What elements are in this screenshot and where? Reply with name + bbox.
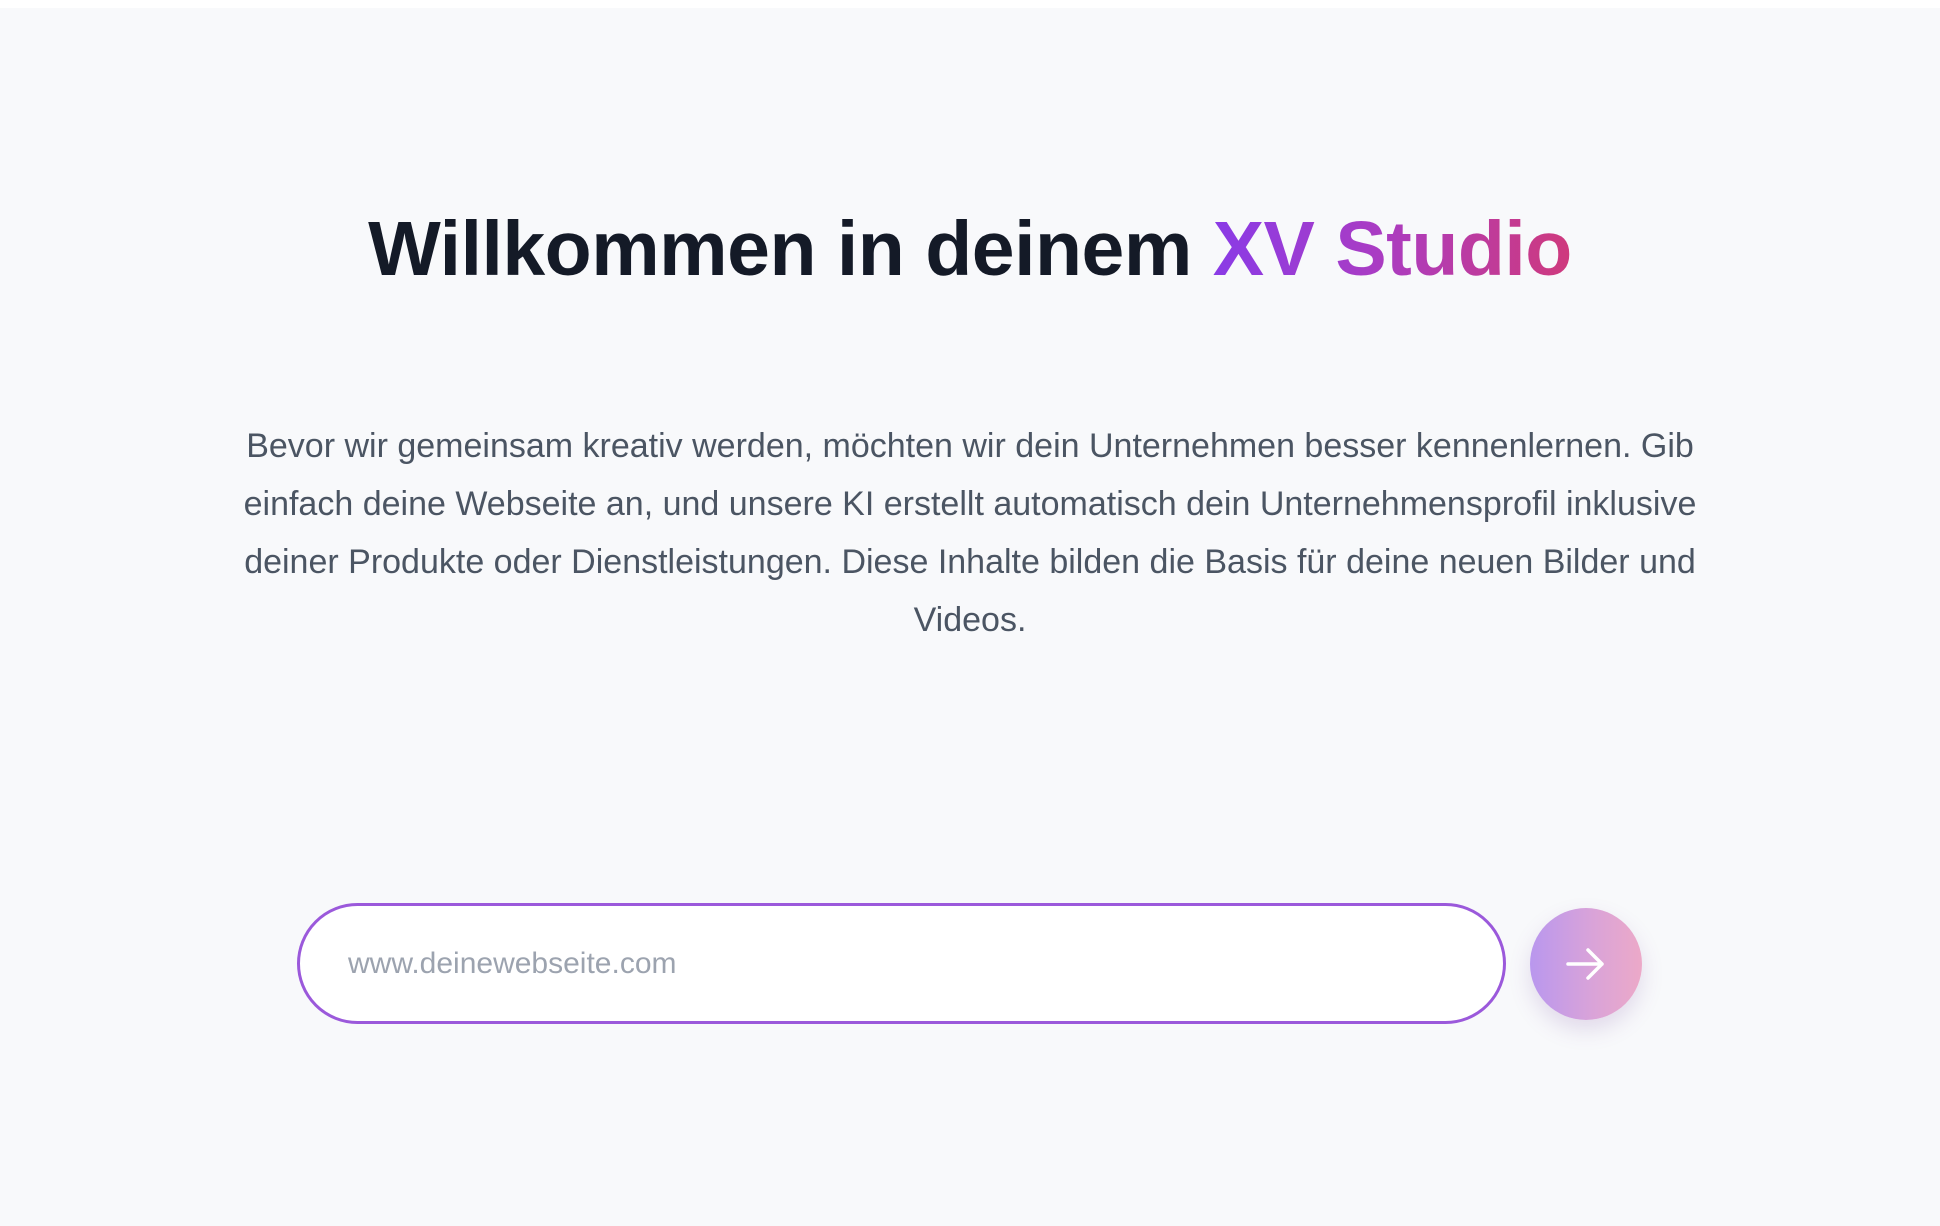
brand-name: XV Studio	[1213, 206, 1572, 292]
submit-button[interactable]	[1530, 908, 1642, 1020]
intro-text: Bevor wir gemeinsam kreativ werden, möch…	[243, 427, 1697, 639]
brand-name-part1: XV	[1212, 206, 1315, 292]
page-title: Willkommen in deinem XV Studio	[0, 204, 1940, 294]
title-prefix: Willkommen in deinem	[368, 206, 1192, 292]
website-url-input[interactable]	[297, 903, 1506, 1024]
arrow-right-icon	[1565, 947, 1607, 981]
onboarding-page: Willkommen in deinem XV Studio Bevor wir…	[0, 8, 1940, 1226]
brand-name-part2: Studio	[1335, 206, 1572, 292]
